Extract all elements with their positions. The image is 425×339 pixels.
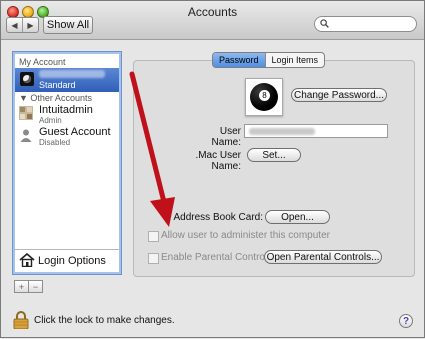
lock-icon[interactable] xyxy=(13,311,29,329)
lock-message: Click the lock to make changes. xyxy=(34,315,175,326)
help-button[interactable]: ? xyxy=(399,314,413,328)
red-annotation-arrow xyxy=(129,71,175,227)
accounts-window: Accounts ◀ ▶ Show All My Account Standar… xyxy=(0,0,425,338)
